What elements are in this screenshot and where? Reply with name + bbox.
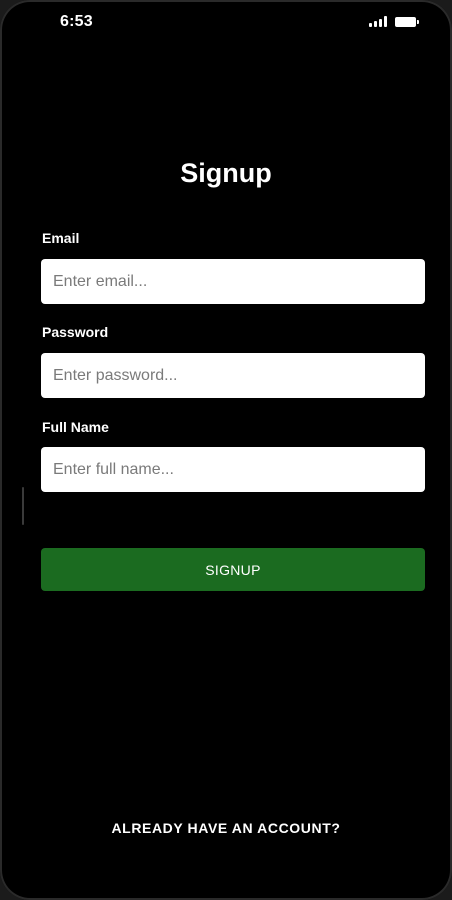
already-have-account-link[interactable]: ALREADY HAVE AN ACCOUNT? [0, 820, 452, 836]
email-label: Email [42, 230, 80, 246]
status-time: 6:53 [60, 13, 93, 30]
battery-icon [395, 17, 419, 27]
page-title: Signup [180, 158, 272, 188]
phone-screen: 6:53 Signup Email Password Full Name SIG… [0, 0, 452, 900]
password-label: Password [42, 324, 109, 340]
email-input[interactable] [41, 259, 425, 304]
password-input[interactable] [41, 353, 425, 398]
signal-icon [369, 16, 387, 27]
status-bar: 6:53 [0, 0, 452, 44]
full-name-input[interactable] [41, 447, 425, 492]
side-button [22, 487, 24, 525]
full-name-label: Full Name [42, 419, 109, 435]
status-icons [369, 16, 419, 27]
signup-button[interactable]: SIGNUP [41, 548, 425, 591]
